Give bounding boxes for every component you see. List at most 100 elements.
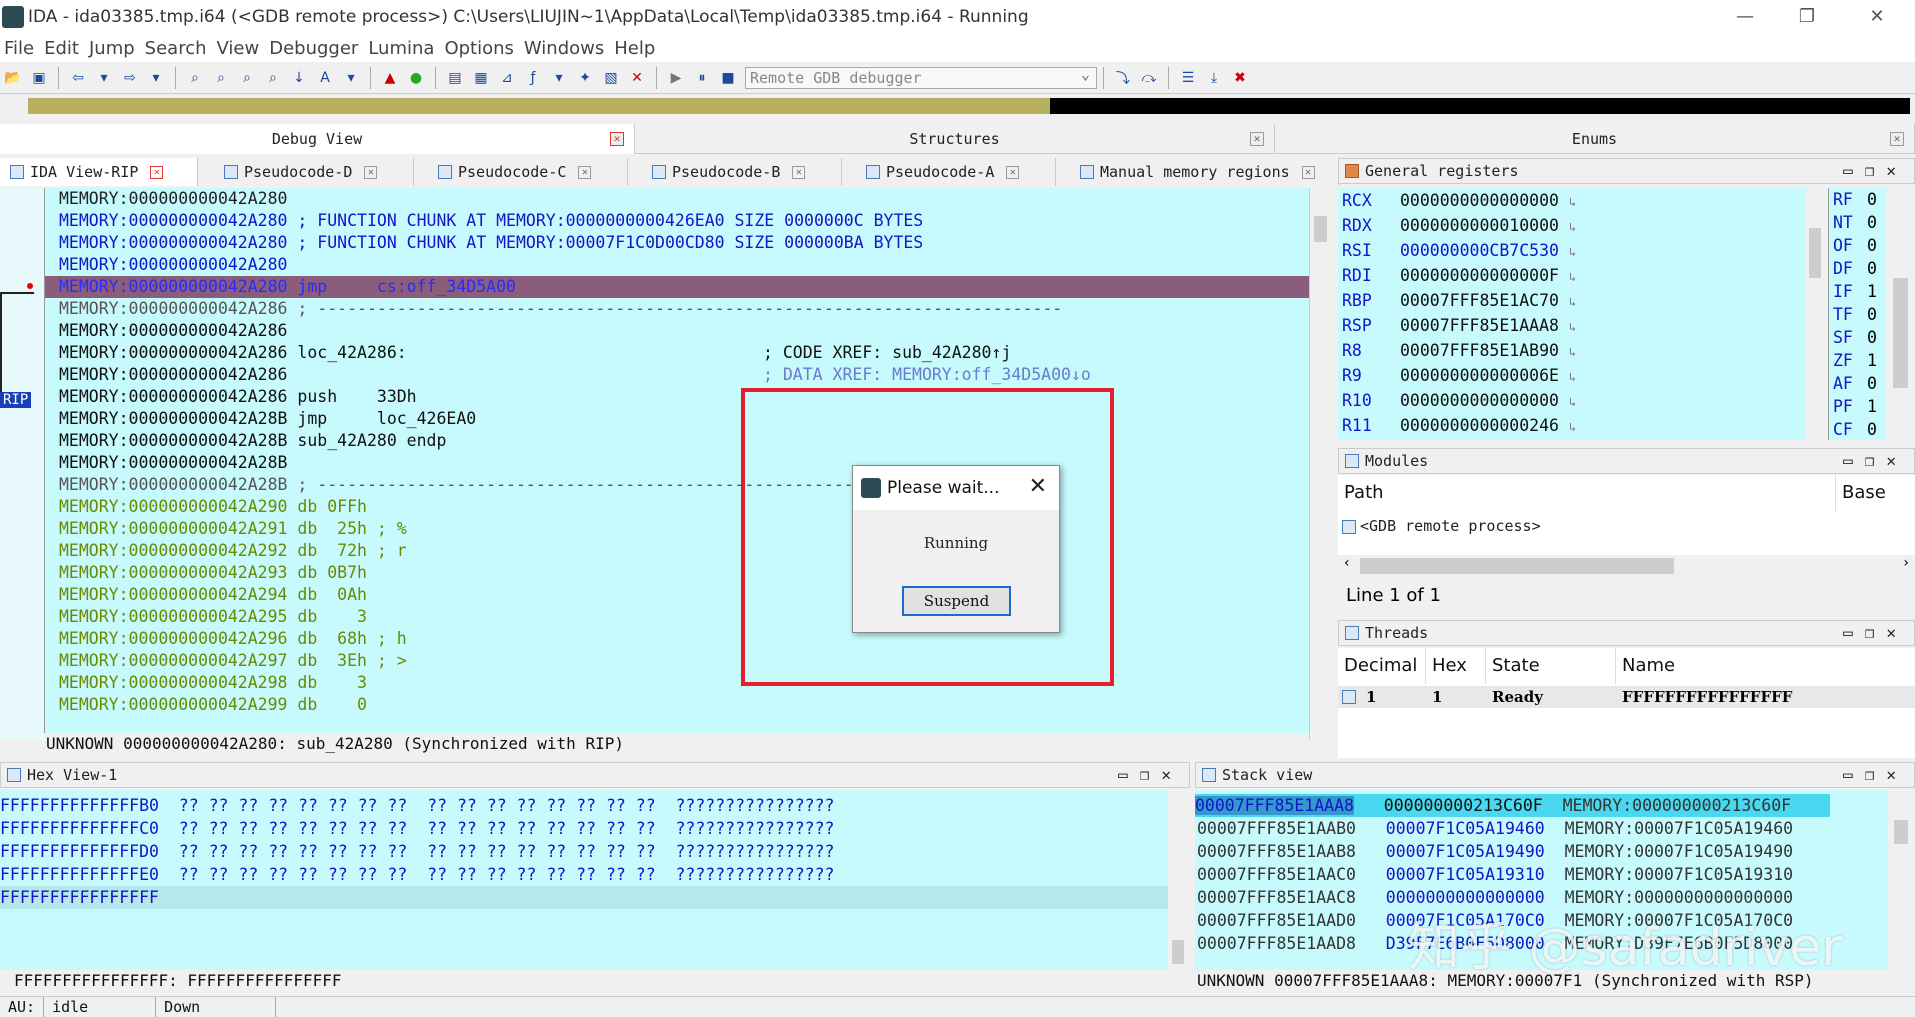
stack-row[interactable]: 00007FFF85E1AAB0 00007F1C05A19460 MEMORY… — [1197, 817, 1793, 840]
minimize-button[interactable]: — — [1716, 0, 1774, 34]
disassembly-view[interactable]: MEMORY:000000000042A280 MEMORY:000000000… — [44, 188, 1309, 733]
menu-lumina[interactable]: Lumina — [368, 38, 434, 59]
asm-line[interactable]: MEMORY:000000000042A286 ; --------------… — [59, 298, 1062, 320]
thread-row[interactable]: 1 1 Ready FFFFFFFFFFFFFFFF — [1338, 686, 1915, 708]
pane-controls[interactable]: ▭❐✕ — [1843, 159, 1908, 183]
register-row[interactable]: RDI 000000000000000F ↳ — [1342, 263, 1576, 288]
menu-options[interactable]: Options — [444, 38, 513, 59]
open-folder-icon[interactable]: 📂 — [3, 68, 23, 88]
close-icon[interactable]: ✕ — [1250, 132, 1264, 146]
play-icon[interactable]: ▶ — [666, 68, 686, 88]
flags-list[interactable]: RF 0 NT 0 OF 0 DF 0 IF 1 TF 0 SF 0 ZF 1 AF 0 PF 1 … — [1828, 188, 1886, 440]
delete-icon[interactable]: ✕ — [627, 68, 647, 88]
asm-line[interactable]: MEMORY:000000000042A286 push 33Dh — [59, 386, 417, 408]
modules-col-path[interactable]: Path — [1338, 475, 1836, 511]
pause-icon[interactable]: ⏸ — [692, 68, 712, 88]
asm-line[interactable]: MEMORY:000000000042A280 — [59, 188, 287, 210]
asm-line[interactable]: MEMORY:000000000042A290 db 0FFh — [59, 496, 367, 518]
asm-line[interactable]: MEMORY:000000000042A286 — [59, 320, 287, 342]
function-icon[interactable]: ƒ — [523, 68, 543, 88]
data-icon[interactable]: ▦ — [471, 68, 491, 88]
tab-pseudocode-a[interactable]: Pseudocode-A ✕ — [856, 158, 1056, 186]
flag-row[interactable]: DF 0 — [1833, 257, 1877, 280]
asm-line[interactable]: MEMORY:000000000042A297 db 3Eh ; > — [59, 650, 407, 672]
threads-col-decimal[interactable]: Decimal — [1338, 648, 1426, 684]
close-icon[interactable]: ✕ — [150, 165, 164, 179]
pane-controls[interactable]: ▭❐✕ — [1118, 763, 1183, 787]
close-icon[interactable]: ✕ — [578, 165, 592, 179]
modules-hscrollbar[interactable]: ‹ › — [1338, 555, 1915, 577]
module-row[interactable]: <GDB remote process> — [1342, 517, 1541, 535]
asm-line[interactable]: MEMORY:000000000042A28B — [59, 452, 287, 474]
menu-help[interactable]: Help — [614, 38, 655, 59]
dropdown-arrow-icon[interactable]: ▾ — [549, 68, 569, 88]
flags-scrollbar[interactable] — [1888, 188, 1914, 440]
flag-row[interactable]: SF 0 — [1833, 326, 1877, 349]
asm-line[interactable]: MEMORY:000000000042A299 db 0 — [59, 694, 367, 716]
hex-view[interactable]: FFFFFFFFFFFFFFB0 ?? ?? ?? ?? ?? ?? ?? ??… — [0, 790, 1168, 970]
flag-row[interactable]: NT 0 — [1833, 211, 1877, 234]
menu-view[interactable]: View — [217, 38, 260, 59]
forward-arrow-icon[interactable]: ⇨ — [120, 68, 140, 88]
detach-icon[interactable]: ✖ — [1230, 68, 1250, 88]
plugin-icon[interactable]: ✦ — [575, 68, 595, 88]
pane-controls[interactable]: ▭❐✕ — [1843, 449, 1908, 473]
threads-list[interactable]: Decimal Hex State Name 1 1 Ready FFFFFFF… — [1338, 648, 1915, 758]
menu-debugger[interactable]: Debugger — [269, 38, 358, 59]
asm-line[interactable]: MEMORY:000000000042A280 ; FUNCTION CHUNK… — [59, 210, 923, 232]
asm-line[interactable]: MEMORY:000000000042A296 db 68h ; h — [59, 628, 407, 650]
asm-line[interactable]: MEMORY:000000000042A292 db 72h ; r — [59, 540, 407, 562]
pane-controls[interactable]: ▭❐✕ — [1843, 763, 1908, 787]
close-icon[interactable]: ✕ — [1301, 165, 1315, 179]
registers-scrollbar[interactable] — [1806, 188, 1824, 440]
hex-row[interactable]: FFFFFFFFFFFFFFE0 ?? ?? ?? ?? ?? ?? ?? ??… — [0, 863, 834, 886]
scroll-thumb[interactable] — [1172, 940, 1184, 964]
stackview-scrollbar[interactable] — [1888, 790, 1914, 985]
graph-icon[interactable]: ⊿ — [497, 68, 517, 88]
flag-row[interactable]: IF 1 — [1833, 280, 1877, 303]
maximize-button[interactable]: ❐ — [1778, 0, 1836, 34]
search-next-icon[interactable]: ⌕ — [263, 68, 283, 88]
tab-debug-view[interactable]: Debug View ✕ — [0, 124, 635, 154]
dropdown-arrow-icon[interactable]: ▾ — [146, 68, 166, 88]
scroll-thumb[interactable] — [1360, 558, 1674, 574]
text-search-icon[interactable]: ⌕ — [211, 68, 231, 88]
register-row[interactable]: R8 00007FFF85E1AB90 ↳ — [1342, 338, 1576, 363]
flag-row[interactable]: TF 0 — [1833, 303, 1877, 326]
immediate-search-icon[interactable]: ⌕ — [237, 68, 257, 88]
asm-line[interactable]: MEMORY:000000000042A293 db 0B7h — [59, 562, 367, 584]
scroll-left-icon[interactable]: ‹ — [1344, 555, 1350, 571]
stack-row-current[interactable]: 00007FFF85E1AAA8 000000000213C60F MEMORY… — [1195, 794, 1830, 817]
disassembly-scrollbar[interactable] — [1309, 188, 1331, 740]
registers-list[interactable]: RCX 0000000000000000 ↳ RDX 000000000001000… — [1338, 188, 1808, 440]
stack-row[interactable]: 00007FFF85E1AAC0 00007F1C05A19310 MEMORY… — [1197, 863, 1793, 886]
register-row[interactable]: R9 000000000000006E ↳ — [1342, 363, 1576, 388]
flag-row[interactable]: PF 1 — [1833, 395, 1877, 418]
register-row[interactable]: RDX 0000000000010000 ↳ — [1342, 213, 1576, 238]
code-xref-comment[interactable]: ; CODE XREF: sub_42A280↑j — [763, 342, 1011, 364]
asm-line[interactable]: MEMORY:000000000042A298 db 3 — [59, 672, 367, 694]
trace-icon[interactable]: ⤓ — [1204, 68, 1224, 88]
scroll-thumb[interactable] — [1893, 278, 1908, 388]
pane-controls[interactable]: ▭❐✕ — [1843, 621, 1908, 645]
stack-row[interactable]: 00007FFF85E1AAB8 00007F1C05A19490 MEMORY… — [1197, 840, 1793, 863]
navigation-band[interactable] — [0, 94, 1915, 118]
close-icon[interactable]: ✕ — [792, 165, 806, 179]
flag-row[interactable]: ZF 1 — [1833, 349, 1877, 372]
asm-line[interactable]: MEMORY:000000000042A280 ; FUNCTION CHUNK… — [59, 232, 923, 254]
code-icon[interactable]: ▤ — [445, 68, 465, 88]
modules-col-base[interactable]: Base — [1836, 475, 1915, 511]
close-icon[interactable]: ✕ — [1890, 132, 1904, 146]
asm-line[interactable]: MEMORY:000000000042A286 — [59, 364, 287, 386]
warning-icon[interactable]: ▲ — [380, 68, 400, 88]
tab-pseudocode-b[interactable]: Pseudocode-B ✕ — [642, 158, 842, 186]
binary-search-icon[interactable]: ⌕ — [185, 68, 205, 88]
register-row[interactable]: RBP 00007FFF85E1AC70 ↳ — [1342, 288, 1576, 313]
asm-line[interactable]: MEMORY:000000000042A28B sub_42A280 endp — [59, 430, 446, 452]
hex-row[interactable]: FFFFFFFFFFFFFFB0 ?? ?? ?? ?? ?? ?? ?? ??… — [0, 794, 834, 817]
tab-enums[interactable]: Enums ✕ — [1275, 124, 1915, 154]
tab-structures[interactable]: Structures ✕ — [635, 124, 1275, 154]
dropdown-arrow-icon[interactable]: ▾ — [341, 68, 361, 88]
asm-line[interactable]: MEMORY:000000000042A295 db 3 — [59, 606, 367, 628]
step-over-icon[interactable]: ⤼ — [1139, 68, 1159, 88]
